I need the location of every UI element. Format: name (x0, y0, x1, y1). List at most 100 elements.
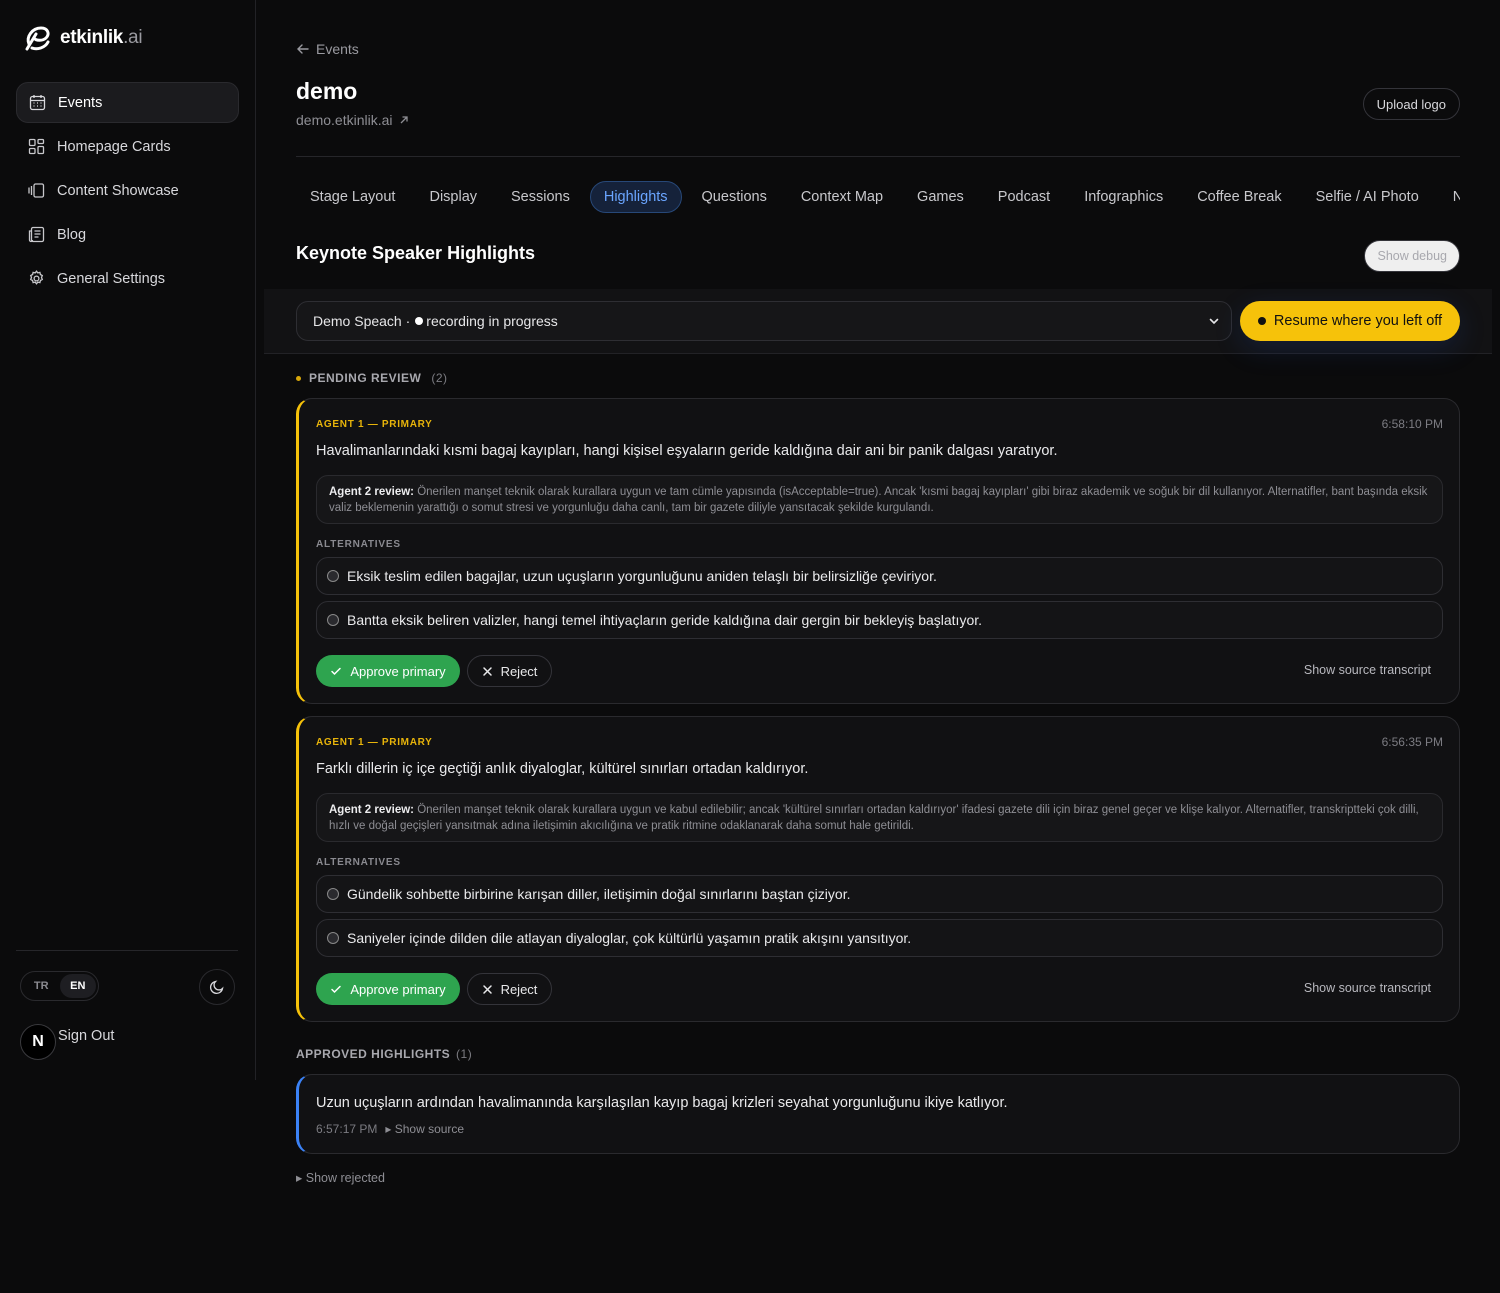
alternative-text: Gündelik sohbette birbirine karışan dill… (347, 886, 851, 902)
sidebar-item-label: Blog (57, 226, 87, 243)
tab-questions[interactable]: Questions (688, 181, 781, 213)
pending-label: PENDING REVIEW (309, 371, 422, 385)
agent-label: AGENT 1 — PRIMARY (316, 737, 433, 748)
pending-dot-icon (296, 375, 301, 381)
approved-highlights-header: APPROVED HIGHLIGHTS (1) (296, 1047, 472, 1061)
tab-highlights[interactable]: Highlights (589, 181, 682, 213)
primary-highlight-text: Havalimanlarındaki kısmi bagaj kayıpları… (316, 443, 1058, 459)
reject-button[interactable]: Reject (467, 655, 552, 687)
pending-highlight-card: AGENT 1 — PRIMARY 6:56:35 PM Farklı dill… (296, 716, 1460, 1022)
header-divider (296, 156, 1460, 157)
sidebar-nav: Events Homepage Cards Content Showcase B… (16, 82, 239, 302)
page-title: demo (296, 78, 358, 104)
lang-option-en[interactable]: EN (59, 974, 96, 998)
agent-review-box: Agent 2 review: Önerilen manşet teknik o… (316, 475, 1443, 524)
alternative-option[interactable]: Gündelik sohbette birbirine karışan dill… (316, 875, 1443, 913)
sign-out-label: Sign Out (58, 1028, 115, 1044)
tab-games[interactable]: Games (903, 181, 978, 213)
grid-icon (28, 138, 45, 155)
moon-icon (209, 980, 224, 995)
radio-button[interactable] (327, 614, 339, 626)
lang-option-tr[interactable]: TR (23, 974, 60, 998)
check-icon (331, 985, 342, 994)
calendar-icon (29, 95, 46, 111)
theme-toggle-button[interactable] (199, 969, 235, 1005)
show-debug-button[interactable]: Show debug (1364, 240, 1460, 272)
tab-overflow[interactable]: Ne (1439, 181, 1460, 213)
show-source-transcript-link[interactable]: Show source transcript (1304, 981, 1431, 995)
review-label: Agent 2 review: (329, 486, 414, 498)
sidebar-item-blog[interactable]: Blog (16, 214, 239, 255)
tab-sessions[interactable]: Sessions (497, 181, 584, 213)
tab-selfie-ai-photo[interactable]: Selfie / AI Photo (1302, 181, 1433, 213)
radio-button[interactable] (327, 932, 339, 944)
review-text: Önerilen manşet teknik olarak kurallara … (329, 486, 1428, 514)
arrow-left-icon (297, 44, 309, 54)
upload-logo-button[interactable]: Upload logo (1362, 88, 1460, 120)
close-icon (482, 666, 492, 676)
subdomain-text: demo.etkinlik.ai (296, 112, 393, 128)
logo-mark-icon (25, 26, 50, 51)
tab-podcast[interactable]: Podcast (984, 181, 1064, 213)
alternative-option[interactable]: Eksik teslim edilen bagajlar, uzun uçuşl… (316, 557, 1443, 595)
resume-button[interactable]: Resume where you left off (1240, 301, 1460, 341)
tab-stage-layout[interactable]: Stage Layout (296, 181, 409, 213)
radio-button[interactable] (327, 570, 339, 582)
brand-logo[interactable]: etkinlik.ai (24, 24, 143, 52)
approved-highlight-text: Uzun uçuşların ardından havalimanında ka… (316, 1095, 1008, 1111)
brand-name: etkinlik.ai (60, 27, 143, 48)
show-rejected-toggle[interactable]: ▸ Show rejected (296, 1170, 385, 1185)
speech-status: recording in progress (426, 313, 558, 329)
alternatives-label: ALTERNATIVES (316, 539, 401, 550)
reject-label: Reject (500, 981, 538, 997)
back-link[interactable]: Events (296, 41, 359, 57)
back-label: Events (316, 41, 359, 57)
sidebar-item-events[interactable]: Events (16, 82, 239, 123)
sidebar-item-label: General Settings (57, 270, 166, 287)
agent-label: AGENT 1 — PRIMARY (316, 419, 433, 430)
primary-highlight-text: Farklı dillerin iç içe geçtiği anlık diy… (316, 761, 809, 777)
sidebar-item-label: Events (58, 94, 103, 111)
reject-label: Reject (500, 663, 538, 679)
check-icon (331, 667, 342, 676)
speech-separator: · (405, 313, 411, 329)
reject-button[interactable]: Reject (467, 973, 552, 1005)
approve-label: Approve primary (350, 663, 446, 679)
chevron-down-icon (1209, 318, 1219, 325)
sidebar-item-label: Homepage Cards (57, 138, 171, 155)
show-source-transcript-link[interactable]: Show source transcript (1304, 663, 1431, 677)
approved-count: (1) (456, 1047, 473, 1061)
approve-primary-button[interactable]: Approve primary (316, 973, 460, 1005)
approve-label: Approve primary (350, 981, 446, 997)
radio-button[interactable] (327, 888, 339, 900)
sidebar-item-general-settings[interactable]: General Settings (16, 258, 239, 299)
newspaper-icon (28, 226, 45, 243)
sidebar-item-content-showcase[interactable]: Content Showcase (16, 170, 239, 211)
tab-coffee-break[interactable]: Coffee Break (1183, 181, 1295, 213)
tab-display[interactable]: Display (415, 181, 491, 213)
pending-highlight-card: AGENT 1 — PRIMARY 6:58:10 PM Havalimanla… (296, 398, 1460, 704)
show-source-link[interactable]: ▸ Show source (385, 1122, 464, 1136)
approved-label: APPROVED HIGHLIGHTS (296, 1047, 451, 1061)
subdomain-link[interactable]: demo.etkinlik.ai (296, 112, 409, 128)
review-text: Önerilen manşet teknik olarak kurallara … (329, 804, 1419, 832)
tab-bar: Stage Layout Display Sessions Highlights Que… (296, 181, 1460, 213)
resume-label: Resume where you left off (1273, 313, 1443, 329)
tab-context-map[interactable]: Context Map (787, 181, 897, 213)
approve-primary-button[interactable]: Approve primary (316, 655, 460, 687)
avatar: N (20, 1024, 56, 1060)
card-timestamp: 6:58:10 PM (1381, 417, 1443, 431)
pending-count: (2) (431, 371, 448, 385)
speech-selector-bar: Demo Speach · recording in progress Resum… (264, 289, 1492, 354)
approved-highlight-card: Uzun uçuşların ardından havalimanında ka… (296, 1074, 1460, 1154)
alternative-option[interactable]: Bantta eksik beliren valizler, hangi tem… (316, 601, 1443, 639)
alternative-option[interactable]: Saniyeler içinde dilden dile atlayan diy… (316, 919, 1443, 957)
sign-out-button[interactable]: N Sign Out (20, 1024, 114, 1060)
speech-select[interactable]: Demo Speach · recording in progress (296, 301, 1232, 341)
alternative-text: Bantta eksik beliren valizler, hangi tem… (347, 612, 983, 628)
alternative-text: Eksik teslim edilen bagajlar, uzun uçuşl… (347, 568, 937, 584)
tab-infographics[interactable]: Infographics (1070, 181, 1177, 213)
external-link-icon (400, 116, 408, 124)
sidebar-item-homepage-cards[interactable]: Homepage Cards (16, 126, 239, 167)
recording-dot-icon (415, 317, 424, 325)
